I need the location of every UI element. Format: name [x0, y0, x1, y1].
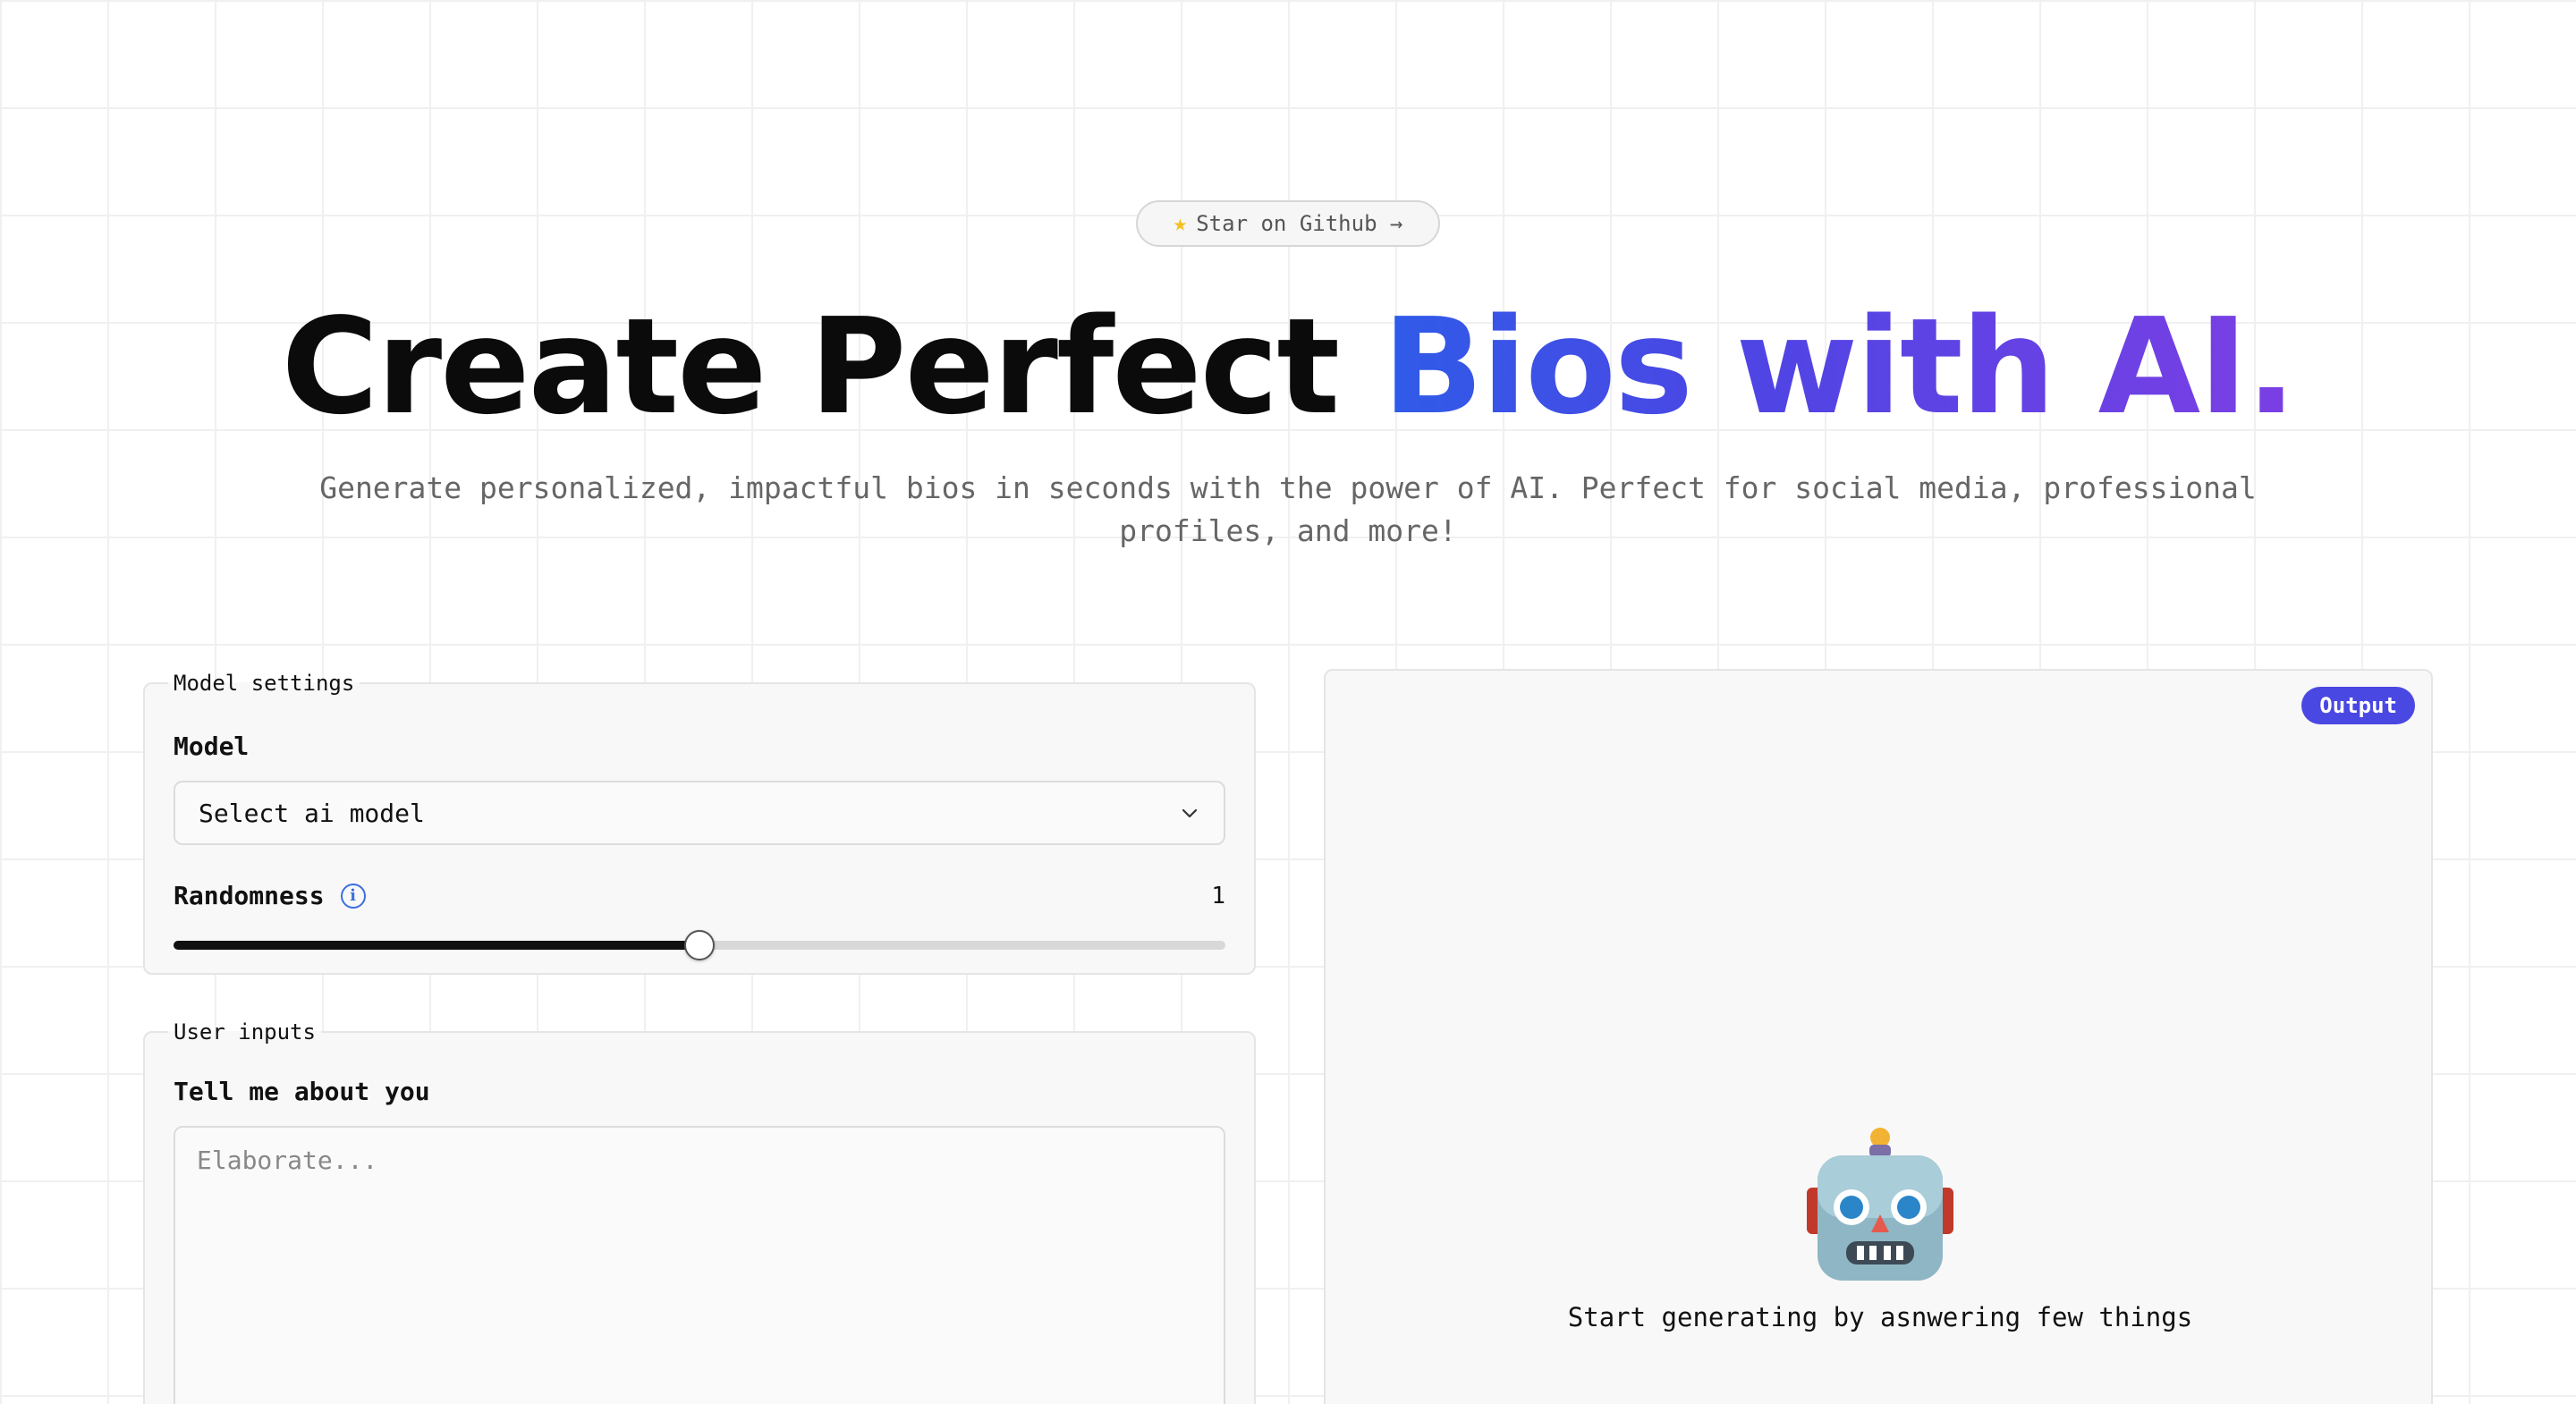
randomness-slider[interactable] — [174, 926, 1225, 962]
randomness-label: Randomness — [174, 881, 325, 910]
empty-state-text: Start generating by asnwering few things — [1567, 1302, 2193, 1332]
info-icon[interactable]: i — [340, 883, 366, 909]
title-plain: Create Perfect — [281, 290, 1383, 444]
about-textarea[interactable] — [174, 1126, 1225, 1404]
star-icon: ★ — [1173, 210, 1188, 237]
star-on-github-label: Star on Github → — [1196, 211, 1403, 236]
slider-thumb[interactable] — [684, 930, 715, 960]
user-inputs-legend: User inputs — [174, 1019, 316, 1045]
model-select-value: Select ai model — [199, 798, 425, 828]
randomness-value: 1 — [1211, 882, 1225, 909]
user-inputs-panel: User inputs Tell me about you — [143, 1019, 1256, 1404]
model-select[interactable]: Select ai model — [174, 781, 1225, 845]
model-settings-panel: Model settings Model Select ai model Ran… — [143, 671, 1256, 975]
slider-fill — [174, 941, 699, 950]
model-label: Model — [174, 732, 250, 761]
page-title: Create Perfect Bios with AI. — [0, 291, 2576, 443]
output-panel: Output Start generating by asnwering few… — [1324, 669, 2433, 1404]
randomness-row: Randomness i 1 — [174, 881, 1225, 910]
about-label: Tell me about you — [174, 1077, 430, 1106]
title-highlight: Bios with AI. — [1382, 290, 2297, 444]
output-badge: Output — [2301, 687, 2415, 724]
model-settings-legend: Model settings — [174, 671, 355, 696]
chevron-down-icon — [1182, 808, 1198, 818]
robot-icon — [1807, 1128, 1953, 1281]
page-subtitle: Generate personalized, impactful bios in… — [319, 470, 2257, 548]
star-on-github-button[interactable]: ★ Star on Github → — [1136, 200, 1440, 247]
